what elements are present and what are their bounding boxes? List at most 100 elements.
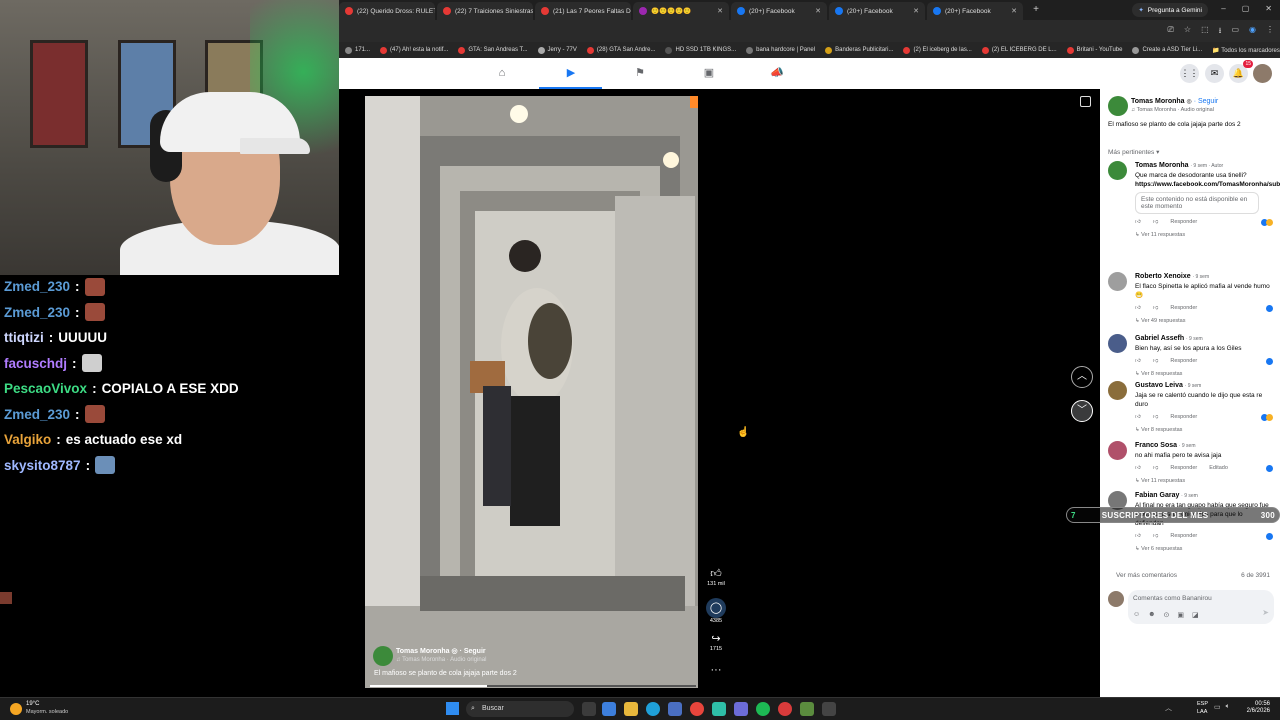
tab-close-icon[interactable]: ✕ <box>711 7 723 15</box>
menu-dots-icon[interactable]: ⋮ <box>1266 25 1274 39</box>
commenter-name[interactable]: Tomas Moronha <box>1135 162 1189 169</box>
bookmark-item[interactable]: HD SSD 1TB KINGS... <box>665 46 736 54</box>
tab-close-icon[interactable]: ✕ <box>1005 7 1017 15</box>
extension-icon[interactable]: ⬚ <box>1201 25 1209 39</box>
messenger-icon[interactable]: ✉ <box>1205 64 1224 83</box>
comment-button[interactable]: ◯ 4385 <box>704 598 728 624</box>
all-bookmarks[interactable]: 📁 Todos los marcadores <box>1212 47 1280 54</box>
commenter-name[interactable]: Gustavo Leiva <box>1135 382 1183 389</box>
app-icon[interactable] <box>712 702 726 716</box>
task-view-icon[interactable] <box>582 702 596 716</box>
reply-link[interactable]: Responder <box>1170 305 1197 311</box>
cast-icon[interactable]: ⎚ <box>1168 25 1174 39</box>
view-replies-link[interactable]: ↳ Ver 49 respuestas <box>1135 318 1273 324</box>
view-replies-link[interactable]: ↳ Ver 6 respuestas <box>1135 546 1273 552</box>
commenter-avatar[interactable] <box>1108 381 1127 400</box>
browser-tab[interactable]: (20+) Facebook ✕ <box>927 2 1023 20</box>
more-comments-link[interactable]: Ver más comentarios <box>1116 572 1177 579</box>
chat-username[interactable]: PescaoVivox <box>4 376 87 402</box>
app-icon[interactable] <box>800 702 814 716</box>
like-comment-icon[interactable]: 👍︎ <box>1135 465 1141 471</box>
video-author-name[interactable]: Tomas Moronha <box>396 648 450 655</box>
bookmark-item[interactable]: (2) EL ICEBERG DE L... <box>981 46 1057 54</box>
app-icon[interactable] <box>822 702 836 716</box>
comment-input[interactable]: Comentas como Bananirou ☺ ☻ ⊙ ▣ ◪ ➤ <box>1128 590 1274 624</box>
emoji-icon[interactable]: ☻ <box>1148 611 1155 619</box>
picture-in-picture-icon[interactable] <box>1080 96 1091 107</box>
dislike-comment-icon[interactable]: 👎︎ <box>1153 219 1159 225</box>
browser-tab[interactable]: (21) Las 7 Peores Faltas De✕ <box>535 2 631 20</box>
share-button[interactable]: ↪ 1715 <box>704 632 728 652</box>
commenter-avatar[interactable] <box>1108 161 1127 180</box>
browser-tab[interactable]: (20+) Facebook ✕ <box>829 2 925 20</box>
sort-dropdown[interactable]: Más pertinentes ▾ <box>1108 148 1159 156</box>
reply-link[interactable]: Responder <box>1170 414 1197 420</box>
chat-username[interactable]: skysito8787 <box>4 453 81 479</box>
dislike-comment-icon[interactable]: 👎︎ <box>1153 533 1159 539</box>
download-icon[interactable]: ⭳ <box>1219 25 1222 39</box>
commenter-name[interactable]: Roberto Xenoixe <box>1135 273 1191 280</box>
language-indicator[interactable]: ESP <box>1197 701 1208 707</box>
reply-link[interactable]: Responder <box>1170 465 1197 471</box>
chat-username[interactable]: facuschdj <box>4 351 67 377</box>
account-avatar[interactable] <box>1253 64 1272 83</box>
volume-icon[interactable]: 🔈︎ <box>1226 703 1230 711</box>
panel-follow-button[interactable]: · Seguir <box>1194 98 1219 105</box>
like-comment-icon[interactable]: 👍︎ <box>1135 533 1141 539</box>
menu-grid-icon[interactable]: ⋮⋮ <box>1180 64 1199 83</box>
notifications-bell-icon[interactable]: 🔔 15 <box>1229 60 1253 83</box>
chrome-icon[interactable] <box>690 702 704 716</box>
chat-username[interactable]: Valgiko <box>4 427 51 453</box>
bookmark-item[interactable]: Jerry - 77V <box>537 46 577 54</box>
commenter-avatar[interactable] <box>1108 272 1127 291</box>
ads-megaphone-icon[interactable]: 📣 <box>770 66 784 80</box>
view-replies-link[interactable]: ↳ Ver 11 respuestas <box>1135 478 1273 484</box>
edge-icon[interactable] <box>646 702 660 716</box>
chat-username[interactable]: ttiqtizi <box>4 325 44 351</box>
close-window-icon[interactable]: ✕ <box>1265 4 1272 13</box>
bookmark-item[interactable]: (47) Ah! esta la notif... <box>380 46 448 54</box>
panel-audio-label[interactable]: Tomas Moronha · Audio original <box>1137 107 1214 113</box>
weather-temp[interactable]: 19°C <box>26 701 39 707</box>
previous-video-button[interactable]: ︿ <box>1071 366 1093 388</box>
panel-author-name[interactable]: Tomas Moronha <box>1131 98 1185 105</box>
browser-tab[interactable]: (20+) Facebook ✕ <box>731 2 827 20</box>
video-progress-bar[interactable] <box>370 685 696 687</box>
file-explorer-icon[interactable] <box>624 702 638 716</box>
commenter-name[interactable]: Fabian Garay <box>1135 492 1179 499</box>
chat-username[interactable]: Zmed_230 <box>4 300 70 326</box>
comment-link[interactable]: https://www.facebook.com/TomasMoronha/su… <box>1135 181 1280 188</box>
clock[interactable]: 00:56 2/6/2026 <box>1247 701 1270 714</box>
bookmark-item[interactable]: Britani - YouTube <box>1066 46 1122 54</box>
like-comment-icon[interactable]: 👍︎ <box>1135 358 1141 364</box>
commenter-avatar[interactable] <box>1108 334 1127 353</box>
bookmark-item[interactable]: (28) GTA San Andre... <box>586 46 655 54</box>
view-replies-link[interactable]: ↳ Ver 8 respuestas <box>1135 371 1273 377</box>
view-replies-link[interactable]: ↳ Ver 11 respuestas <box>1135 232 1273 238</box>
tab-close-icon[interactable]: ✕ <box>809 7 821 15</box>
new-tab-icon[interactable]: + <box>1029 3 1043 17</box>
dislike-comment-icon[interactable]: 👎︎ <box>1153 465 1159 471</box>
like-comment-icon[interactable]: 👍︎ <box>1135 414 1141 420</box>
next-video-button[interactable]: ﹀ <box>1071 400 1093 422</box>
sticker-icon[interactable]: ◪ <box>1192 611 1199 619</box>
browser-tab[interactable]: (22) 7 Traiciones Siniestras✕ <box>437 2 533 20</box>
like-button[interactable]: 👍︎ 131 mil <box>704 567 728 587</box>
network-icon[interactable]: ▭ <box>1214 703 1221 711</box>
bookmark-item[interactable]: Banderas Publicitari... <box>825 46 893 54</box>
chat-username[interactable]: Zmed_230 <box>4 402 70 428</box>
reel-video[interactable]: Tomas Moronha ◎ · Seguir ♫ Tomas Moronha… <box>365 96 698 688</box>
maximize-icon[interactable]: ▢ <box>1242 4 1250 13</box>
view-replies-link[interactable]: ↳ Ver 8 respuestas <box>1135 427 1273 433</box>
bookmark-item[interactable]: GTA: San Andreas T... <box>458 46 528 54</box>
browser-tab[interactable]: 🙂🙂🙂🙂🙂 ✕ <box>633 2 729 20</box>
panel-author-avatar[interactable] <box>1108 96 1128 116</box>
video-audio-label[interactable]: Tomas Moronha · Audio original <box>402 657 486 663</box>
browser-tab[interactable]: (22) Querido Dross: RULET✕ <box>339 2 435 20</box>
send-icon[interactable]: ➤ <box>1262 608 1269 617</box>
dislike-comment-icon[interactable]: 👎︎ <box>1153 414 1159 420</box>
tray-chevron-icon[interactable]: ︿ <box>1165 703 1172 713</box>
spotify-icon[interactable] <box>756 702 770 716</box>
app-icon[interactable] <box>778 702 792 716</box>
gaming-icon[interactable]: ▣ <box>702 66 716 80</box>
